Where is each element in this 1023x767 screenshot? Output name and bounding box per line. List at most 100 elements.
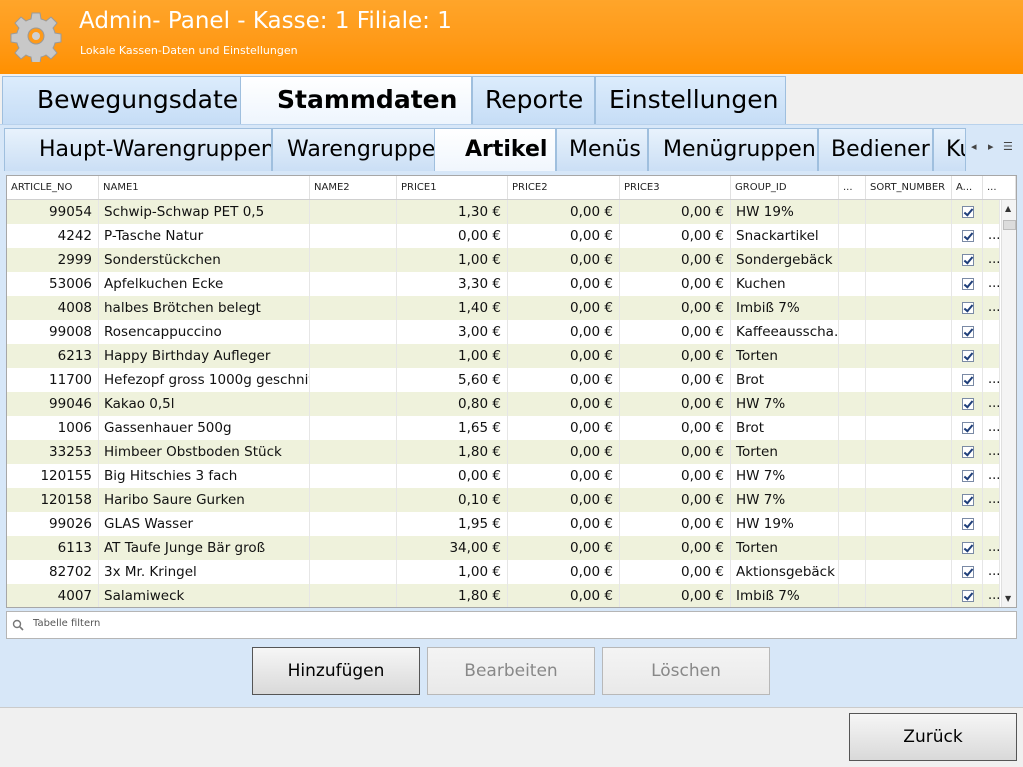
- table-row[interactable]: 33253 Himbeer Obstboden Stück 1,80 €0,00 €…: [7, 440, 1000, 464]
- cell-price3[interactable]: 0,00 €: [620, 344, 731, 368]
- cell-article-no[interactable]: 99008: [7, 320, 99, 344]
- active-checkbox[interactable]: [962, 350, 974, 362]
- cell-price2[interactable]: 0,00 €: [508, 320, 620, 344]
- active-checkbox[interactable]: [962, 374, 974, 386]
- cell-price2[interactable]: 0,00 €: [508, 584, 620, 607]
- cell-price2[interactable]: 0,00 €: [508, 368, 620, 392]
- cell-more[interactable]: ...: [983, 488, 1000, 512]
- cell-price2[interactable]: 0,00 €: [508, 512, 620, 536]
- table-row[interactable]: 2999 Sonderstückchen 1,00 €0,00 €0,00 € Son…: [7, 248, 1000, 272]
- table-row[interactable]: 120158 Haribo Saure Gurken 0,10 €0,00 €0,0…: [7, 488, 1000, 512]
- cell-price3[interactable]: 0,00 €: [620, 536, 731, 560]
- cell-sort-number[interactable]: [866, 416, 952, 440]
- column-header-sort-number[interactable]: SORT_NUMBER: [866, 176, 952, 199]
- cell-price3[interactable]: 0,00 €: [620, 416, 731, 440]
- table-row[interactable]: 4008 halbes Brötchen belegt 1,40 €0,00 €0,…: [7, 296, 1000, 320]
- cell-more[interactable]: [983, 200, 1000, 224]
- table-row[interactable]: 1006 Gassenhauer 500g 1,65 €0,00 €0,00 € Br…: [7, 416, 1000, 440]
- edit-button[interactable]: Bearbeiten: [427, 647, 595, 695]
- cell-group-id[interactable]: Kuchen: [731, 272, 839, 296]
- cell-name2[interactable]: [310, 488, 397, 512]
- cell-price3[interactable]: 0,00 €: [620, 224, 731, 248]
- cell-group-id[interactable]: HW 19%: [731, 200, 839, 224]
- cell-sort-number[interactable]: [866, 320, 952, 344]
- cell-sort-number[interactable]: [866, 560, 952, 584]
- cell-price1[interactable]: 5,60 €: [397, 368, 508, 392]
- add-button[interactable]: Hinzufügen: [252, 647, 420, 695]
- cell-group-id[interactable]: Torten: [731, 344, 839, 368]
- cell-price1[interactable]: 3,30 €: [397, 272, 508, 296]
- active-checkbox[interactable]: [962, 422, 974, 434]
- column-header-price3[interactable]: PRICE3: [620, 176, 731, 199]
- cell-article-no[interactable]: 120155: [7, 464, 99, 488]
- cell-price3[interactable]: 0,00 €: [620, 368, 731, 392]
- table-row[interactable]: 4242 P-Tasche Natur 0,00 €0,00 €0,00 € Snac…: [7, 224, 1000, 248]
- cell-name1[interactable]: Schwip-Schwap PET 0,5: [99, 200, 310, 224]
- cell-name1[interactable]: P-Tasche Natur: [99, 224, 310, 248]
- cell-price2[interactable]: 0,00 €: [508, 272, 620, 296]
- cell-more[interactable]: [983, 320, 1000, 344]
- cell-price2[interactable]: 0,00 €: [508, 344, 620, 368]
- cell-name2[interactable]: [310, 560, 397, 584]
- table-row[interactable]: 99008 Rosencappuccino 3,00 €0,00 €0,00 € Ka…: [7, 320, 1000, 344]
- cell-price1[interactable]: 0,00 €: [397, 224, 508, 248]
- cell-more[interactable]: ...: [983, 248, 1000, 272]
- cell-price3[interactable]: 0,00 €: [620, 320, 731, 344]
- cell-price1[interactable]: 0,80 €: [397, 392, 508, 416]
- cell-sort-number[interactable]: [866, 464, 952, 488]
- cell-name1[interactable]: Himbeer Obstboden Stück: [99, 440, 310, 464]
- tab-scroll-right-icon[interactable]: ▸: [988, 140, 994, 153]
- cell-price3[interactable]: 0,00 €: [620, 584, 731, 607]
- cell-name1[interactable]: GLAS Wasser: [99, 512, 310, 536]
- tab-stammdaten[interactable]: Stammdaten: [240, 76, 472, 124]
- cell-article-no[interactable]: 4007: [7, 584, 99, 607]
- column-header-more[interactable]: ...: [983, 176, 1016, 199]
- cell-name2[interactable]: [310, 584, 397, 607]
- cell-group-id[interactable]: Imbiß 7%: [731, 296, 839, 320]
- active-checkbox[interactable]: [962, 326, 974, 338]
- cell-price2[interactable]: 0,00 €: [508, 560, 620, 584]
- cell-price3[interactable]: 0,00 €: [620, 488, 731, 512]
- table-row[interactable]: 120155 Big Hitschies 3 fach 0,00 €0,00 €0,…: [7, 464, 1000, 488]
- cell-more[interactable]: ...: [983, 296, 1000, 320]
- cell-price1[interactable]: 1,65 €: [397, 416, 508, 440]
- cell-price1[interactable]: 34,00 €: [397, 536, 508, 560]
- column-header-price1[interactable]: PRICE1: [397, 176, 508, 199]
- table-row[interactable]: 6213 Happy Birthday Aufleger 1,00 €0,00 €0…: [7, 344, 1000, 368]
- cell-price3[interactable]: 0,00 €: [620, 200, 731, 224]
- cell-sort-number[interactable]: [866, 536, 952, 560]
- cell-name2[interactable]: [310, 368, 397, 392]
- cell-sort-number[interactable]: [866, 392, 952, 416]
- cell-article-no[interactable]: 99026: [7, 512, 99, 536]
- active-checkbox[interactable]: [962, 470, 974, 482]
- cell-article-no[interactable]: 1006: [7, 416, 99, 440]
- cell-article-no[interactable]: 99054: [7, 200, 99, 224]
- tab-bewegungsdaten[interactable]: Bewegungsdaten: [2, 76, 260, 124]
- table-row[interactable]: 82702 3x Mr. Kringel 1,00 €0,00 €0,00 € Akt…: [7, 560, 1000, 584]
- tab-scroll-left-icon[interactable]: ◂: [971, 140, 977, 153]
- delete-button[interactable]: Löschen: [602, 647, 770, 695]
- cell-name1[interactable]: Sonderstückchen: [99, 248, 310, 272]
- cell-price3[interactable]: 0,00 €: [620, 272, 731, 296]
- cell-name2[interactable]: [310, 248, 397, 272]
- cell-more[interactable]: ...: [983, 368, 1000, 392]
- cell-more[interactable]: ...: [983, 584, 1000, 607]
- cell-price3[interactable]: 0,00 €: [620, 248, 731, 272]
- subtab-warengruppen[interactable]: Warengruppen: [272, 128, 452, 171]
- cell-name2[interactable]: [310, 512, 397, 536]
- cell-article-no[interactable]: 82702: [7, 560, 99, 584]
- cell-group-id[interactable]: Torten: [731, 536, 839, 560]
- cell-group-id[interactable]: HW 7%: [731, 392, 839, 416]
- cell-name1[interactable]: halbes Brötchen belegt: [99, 296, 310, 320]
- cell-name2[interactable]: [310, 392, 397, 416]
- cell-sort-number[interactable]: [866, 344, 952, 368]
- column-header-group-id[interactable]: GROUP_ID: [731, 176, 839, 199]
- cell-price3[interactable]: 0,00 €: [620, 296, 731, 320]
- cell-name1[interactable]: Salamiweck: [99, 584, 310, 607]
- cell-price1[interactable]: 1,30 €: [397, 200, 508, 224]
- cell-name1[interactable]: Apfelkuchen Ecke: [99, 272, 310, 296]
- cell-price3[interactable]: 0,00 €: [620, 464, 731, 488]
- cell-name1[interactable]: Big Hitschies 3 fach: [99, 464, 310, 488]
- subtab-ku[interactable]: Ku: [933, 128, 966, 171]
- cell-price3[interactable]: 0,00 €: [620, 512, 731, 536]
